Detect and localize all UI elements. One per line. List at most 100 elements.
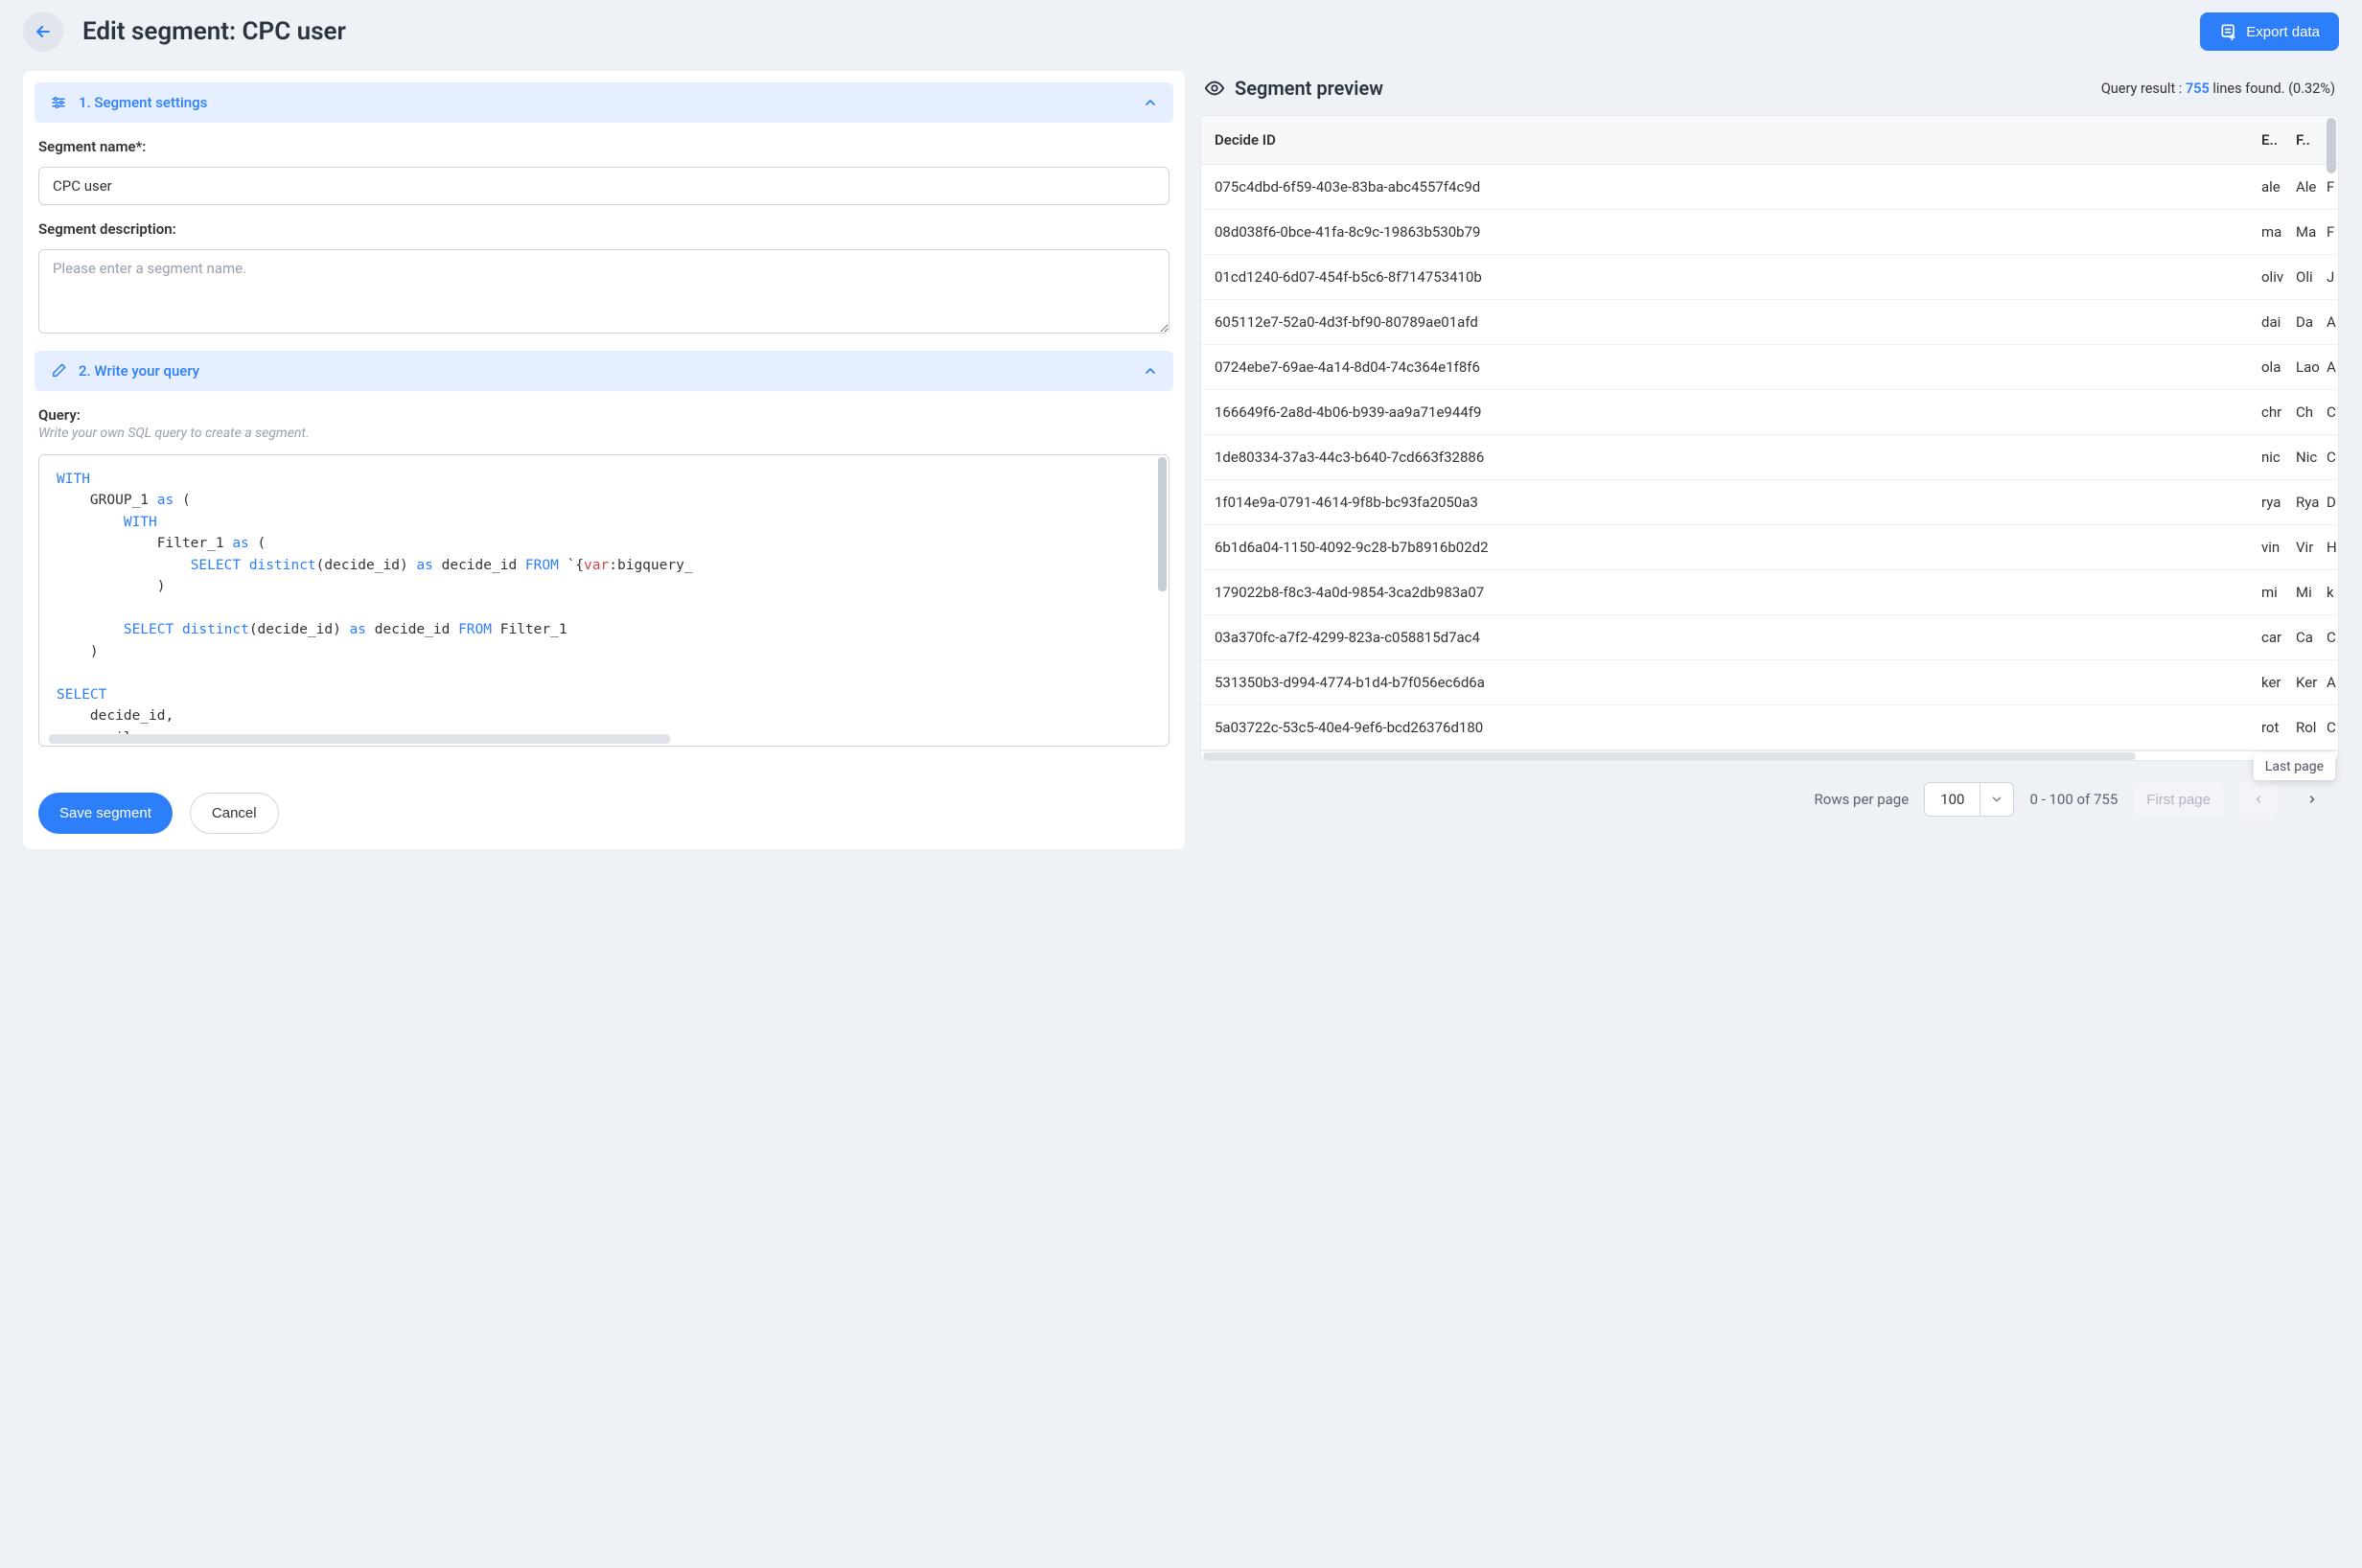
cell-decide-id: 01cd1240-6d07-454f-b5c6-8f714753410b (1201, 255, 2256, 300)
content: 1. Segment settings Segment name*: Segme… (0, 71, 2362, 872)
cell-decide-id: 605112e7-52a0-4d3f-bf90-80789ae01afd (1201, 300, 2256, 345)
cell-f: Da (2290, 300, 2325, 345)
save-segment-button[interactable]: Save segment (38, 793, 173, 834)
cell-f: Ch (2290, 390, 2325, 435)
cell-decide-id: 08d038f6-0bce-41fa-8c9c-19863b530b79 (1201, 210, 2256, 255)
chevron-left-icon (2253, 793, 2264, 806)
top-bar: Edit segment: CPC user Export data (0, 0, 2362, 71)
table-row[interactable]: 1de80334-37a3-44c3-b640-7cd663f32886nicN… (1201, 435, 2338, 480)
table-row[interactable]: 01cd1240-6d07-454f-b5c6-8f714753410boliv… (1201, 255, 2338, 300)
export-label: Export data (2246, 24, 2320, 40)
editor-scrollbar-horizontal[interactable] (49, 734, 670, 744)
action-row: Save segment Cancel (35, 754, 1173, 838)
segment-name-input[interactable] (38, 167, 1169, 205)
query-label: Query: (38, 406, 1169, 424)
cell-e: nic (2256, 435, 2290, 480)
table-header-row: Decide ID E.. F.. L (1201, 116, 2338, 165)
preview-header: Segment preview Query result : 755 lines… (1200, 71, 2339, 115)
pencil-icon (50, 362, 67, 380)
back-button[interactable] (23, 12, 63, 52)
cell-decide-id: 1de80334-37a3-44c3-b640-7cd663f32886 (1201, 435, 2256, 480)
table-row[interactable]: 179022b8-f8c3-4a0d-9854-3ca2db983a07miMi… (1201, 570, 2338, 615)
rows-per-page-label: Rows per page (1815, 791, 1910, 808)
section-header-settings[interactable]: 1. Segment settings (35, 82, 1173, 123)
table-row[interactable]: 6b1d6a04-1150-4092-9c28-b7b8916b02d2vinV… (1201, 525, 2338, 570)
cell-e: car (2256, 615, 2290, 660)
table-row[interactable]: 075c4dbd-6f59-403e-83ba-abc4557f4c9daleA… (1201, 165, 2338, 210)
cell-f: Nic (2290, 435, 2325, 480)
query-hint: Write your own SQL query to create a seg… (38, 426, 1169, 441)
chevron-down-icon (1990, 793, 2003, 806)
cell-f: Rol (2290, 705, 2325, 750)
table-scrollbar-horizontal-thumb[interactable] (1203, 752, 2136, 760)
result-prefix: Query result : (2101, 81, 2186, 97)
prev-page-button[interactable] (2239, 780, 2278, 819)
pagination: Last page Rows per page 100 0 - 100 of 7… (1200, 761, 2339, 822)
page-title: Edit segment: CPC user (82, 17, 346, 46)
cell-e: chr (2256, 390, 2290, 435)
section-title-settings: 1. Segment settings (79, 94, 207, 111)
cell-decide-id: 5a03722c-53c5-40e4-9ef6-bcd26376d180 (1201, 705, 2256, 750)
cell-decide-id: 0724ebe7-69ae-4a14-8d04-74c364e1f8f6 (1201, 345, 2256, 390)
chevron-up-icon (1143, 363, 1158, 379)
cell-decide-id: 6b1d6a04-1150-4092-9c28-b7b8916b02d2 (1201, 525, 2256, 570)
cell-e: dai (2256, 300, 2290, 345)
cell-l: C (2325, 705, 2338, 750)
first-page-button[interactable]: First page (2133, 782, 2224, 818)
table-row[interactable]: 605112e7-52a0-4d3f-bf90-80789ae01afddaiD… (1201, 300, 2338, 345)
segment-desc-input[interactable] (38, 249, 1169, 334)
cell-e: rya (2256, 480, 2290, 525)
col-e[interactable]: E.. (2256, 116, 2290, 165)
cell-f: Mi (2290, 570, 2325, 615)
export-data-button[interactable]: Export data (2200, 12, 2339, 51)
cell-f: Lao (2290, 345, 2325, 390)
section-title-query: 2. Write your query (79, 362, 199, 380)
col-f[interactable]: F.. (2290, 116, 2325, 165)
query-editor[interactable]: WITH GROUP_1 as ( WITH Filter_1 as ( SEL… (38, 454, 1169, 747)
table-scrollbar-horizontal-track[interactable] (1200, 751, 2339, 761)
next-page-button[interactable] (2293, 780, 2331, 819)
rows-per-page-select[interactable]: 100 (1924, 782, 2014, 817)
segment-desc-label: Segment description: (38, 220, 1169, 238)
cell-f: Vir (2290, 525, 2325, 570)
cell-e: ola (2256, 345, 2290, 390)
table-row[interactable]: 531350b3-d994-4774-b1d4-b7f056ec6d6akerK… (1201, 660, 2338, 705)
cell-f: Ca (2290, 615, 2325, 660)
segment-name-group: Segment name*: (35, 123, 1173, 213)
cell-l: F (2325, 210, 2338, 255)
table-row[interactable]: 03a370fc-a7f2-4299-823a-c058815d7ac4carC… (1201, 615, 2338, 660)
table-row[interactable]: 166649f6-2a8d-4b06-b939-aa9a71e944f9chrC… (1201, 390, 2338, 435)
table-row[interactable]: 08d038f6-0bce-41fa-8c9c-19863b530b79maMa… (1201, 210, 2338, 255)
cell-e: ma (2256, 210, 2290, 255)
cancel-button[interactable]: Cancel (190, 793, 279, 834)
cell-decide-id: 179022b8-f8c3-4a0d-9854-3ca2db983a07 (1201, 570, 2256, 615)
cell-f: Rya (2290, 480, 2325, 525)
cell-e: vin (2256, 525, 2290, 570)
result-count: 755 (2186, 81, 2210, 97)
cell-l: H (2325, 525, 2338, 570)
chevron-up-icon (1143, 95, 1158, 110)
preview-table: Decide ID E.. F.. L 075c4dbd-6f59-403e-8… (1200, 115, 2339, 751)
editor-scrollbar-vertical[interactable] (1158, 457, 1167, 591)
rows-per-page-dropdown[interactable] (1980, 783, 2013, 816)
table-scrollbar-vertical[interactable] (2327, 118, 2336, 173)
top-bar-left: Edit segment: CPC user (23, 12, 346, 52)
last-page-tooltip: Last page (2254, 753, 2335, 780)
left-panel: 1. Segment settings Segment name*: Segme… (23, 71, 1185, 849)
table-row[interactable]: 5a03722c-53c5-40e4-9ef6-bcd26376d180rotR… (1201, 705, 2338, 750)
cell-l: k (2325, 570, 2338, 615)
section-header-query[interactable]: 2. Write your query (35, 351, 1173, 391)
segment-desc-group: Segment description: (35, 213, 1173, 345)
preview-title: Segment preview (1235, 77, 1383, 100)
col-decide-id[interactable]: Decide ID (1201, 116, 2256, 165)
cell-l: J (2325, 255, 2338, 300)
sliders-icon (50, 94, 67, 111)
cell-e: ker (2256, 660, 2290, 705)
cell-decide-id: 03a370fc-a7f2-4299-823a-c058815d7ac4 (1201, 615, 2256, 660)
preview-stats: Query result : 755 lines found. (0.32%) (2101, 81, 2335, 97)
cell-e: ale (2256, 165, 2290, 210)
arrow-left-icon (34, 22, 53, 41)
cell-e: rot (2256, 705, 2290, 750)
table-row[interactable]: 0724ebe7-69ae-4a14-8d04-74c364e1f8f6olaL… (1201, 345, 2338, 390)
table-row[interactable]: 1f014e9a-0791-4614-9f8b-bc93fa2050a3ryaR… (1201, 480, 2338, 525)
